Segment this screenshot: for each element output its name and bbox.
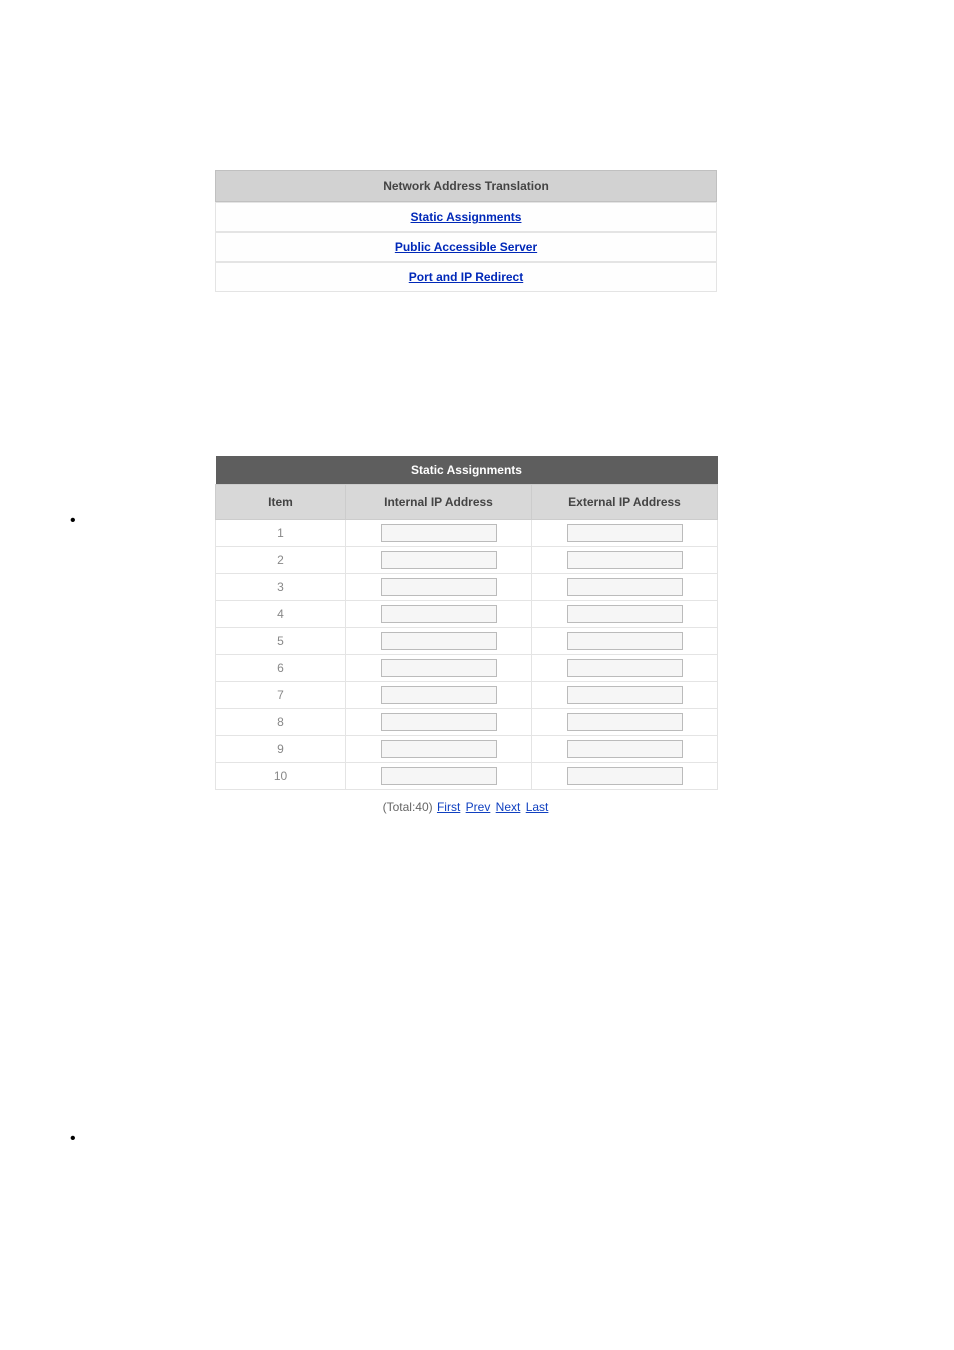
page-next[interactable]: Next <box>496 800 521 814</box>
external-ip-input[interactable] <box>567 524 683 542</box>
table-row: 4 <box>216 601 718 628</box>
row-item-number: 3 <box>216 574 346 601</box>
cell-external-ip <box>532 763 718 790</box>
row-item-number: 4 <box>216 601 346 628</box>
cell-external-ip <box>532 709 718 736</box>
external-ip-input[interactable] <box>567 605 683 623</box>
cell-external-ip <box>532 547 718 574</box>
cell-external-ip <box>532 736 718 763</box>
nat-menu-header: Network Address Translation <box>215 170 717 202</box>
internal-ip-input[interactable] <box>381 605 497 623</box>
row-item-number: 10 <box>216 763 346 790</box>
table-row: 5 <box>216 628 718 655</box>
row-item-number: 8 <box>216 709 346 736</box>
col-internal-ip: Internal IP Address <box>346 485 532 520</box>
internal-ip-input[interactable] <box>381 551 497 569</box>
external-ip-input[interactable] <box>567 632 683 650</box>
page-last[interactable]: Last <box>526 800 549 814</box>
cell-internal-ip <box>346 763 532 790</box>
pagination: (Total:40) First Prev Next Last <box>215 800 717 814</box>
cell-external-ip <box>532 628 718 655</box>
row-item-number: 7 <box>216 682 346 709</box>
external-ip-input[interactable] <box>567 578 683 596</box>
internal-ip-input[interactable] <box>381 740 497 758</box>
row-item-number: 9 <box>216 736 346 763</box>
pagination-total: (Total:40) <box>383 800 433 814</box>
table-row: 3 <box>216 574 718 601</box>
row-item-number: 5 <box>216 628 346 655</box>
link-public-accessible-server[interactable]: Public Accessible Server <box>395 240 537 254</box>
internal-ip-input[interactable] <box>381 632 497 650</box>
link-port-and-ip-redirect[interactable]: Port and IP Redirect <box>409 270 523 284</box>
table-row: 8 <box>216 709 718 736</box>
cell-external-ip <box>532 601 718 628</box>
static-assignments-table: Static Assignments Item Internal IP Addr… <box>215 456 718 790</box>
external-ip-input[interactable] <box>567 767 683 785</box>
cell-internal-ip <box>346 736 532 763</box>
cell-internal-ip <box>346 547 532 574</box>
table-row: 9 <box>216 736 718 763</box>
external-ip-input[interactable] <box>567 659 683 677</box>
cell-external-ip <box>532 520 718 547</box>
cell-external-ip <box>532 574 718 601</box>
cell-external-ip <box>532 682 718 709</box>
table-row: 6 <box>216 655 718 682</box>
page-first[interactable]: First <box>437 800 460 814</box>
cell-internal-ip <box>346 655 532 682</box>
cell-external-ip <box>532 655 718 682</box>
nat-menu: Network Address Translation Static Assig… <box>215 170 717 292</box>
cell-internal-ip <box>346 520 532 547</box>
col-item: Item <box>216 485 346 520</box>
bullet-icon: • <box>70 1130 76 1148</box>
col-external-ip: External IP Address <box>532 485 718 520</box>
row-item-number: 6 <box>216 655 346 682</box>
external-ip-input[interactable] <box>567 686 683 704</box>
bullet-icon: • <box>70 512 76 530</box>
internal-ip-input[interactable] <box>381 713 497 731</box>
cell-internal-ip <box>346 628 532 655</box>
row-item-number: 2 <box>216 547 346 574</box>
internal-ip-input[interactable] <box>381 686 497 704</box>
table-row: 2 <box>216 547 718 574</box>
external-ip-input[interactable] <box>567 551 683 569</box>
internal-ip-input[interactable] <box>381 578 497 596</box>
internal-ip-input[interactable] <box>381 524 497 542</box>
table-row: 1 <box>216 520 718 547</box>
row-item-number: 1 <box>216 520 346 547</box>
cell-internal-ip <box>346 682 532 709</box>
external-ip-input[interactable] <box>567 713 683 731</box>
internal-ip-input[interactable] <box>381 659 497 677</box>
external-ip-input[interactable] <box>567 740 683 758</box>
cell-internal-ip <box>346 574 532 601</box>
table-row: 10 <box>216 763 718 790</box>
cell-internal-ip <box>346 709 532 736</box>
internal-ip-input[interactable] <box>381 767 497 785</box>
cell-internal-ip <box>346 601 532 628</box>
page-prev[interactable]: Prev <box>466 800 491 814</box>
table-row: 7 <box>216 682 718 709</box>
sa-title: Static Assignments <box>216 456 718 485</box>
link-static-assignments[interactable]: Static Assignments <box>411 210 522 224</box>
